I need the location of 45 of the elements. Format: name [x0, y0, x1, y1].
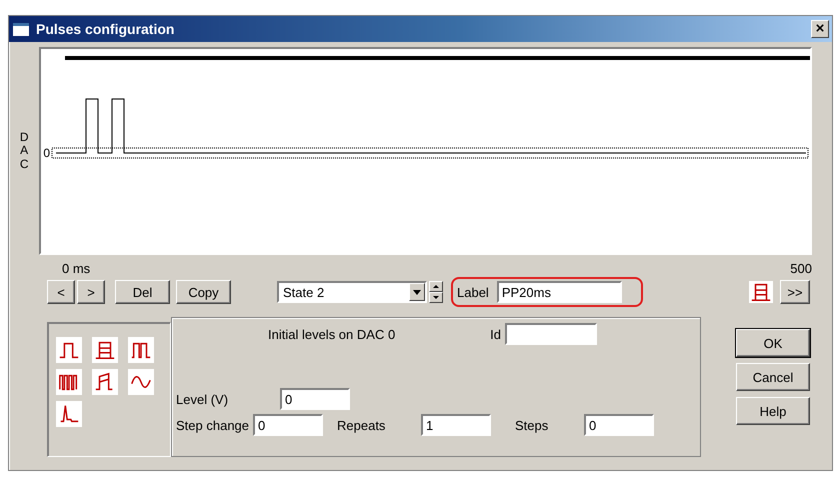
- delete-button[interactable]: Del: [115, 280, 170, 304]
- axis-start-label: 0 ms: [62, 261, 90, 277]
- spin-down-button[interactable]: [429, 292, 443, 303]
- id-input-field[interactable]: [505, 323, 598, 345]
- pulse-type-button[interactable]: [748, 280, 774, 304]
- field-label: Repeats: [337, 418, 386, 432]
- step-change-input-field[interactable]: 0: [253, 414, 324, 436]
- id-label: Id: [490, 326, 502, 342]
- field-label: Step change: [176, 418, 250, 432]
- label-input-field[interactable]: PP20ms: [496, 281, 622, 303]
- copy-button[interactable]: Copy: [176, 280, 231, 304]
- cancel-button[interactable]: Cancel: [736, 363, 810, 391]
- waveform-type-button[interactable]: [92, 369, 118, 395]
- up-arrow-icon: [433, 285, 439, 288]
- down-arrow-icon: [433, 296, 439, 299]
- window-icon: [12, 22, 30, 36]
- waveform-type-button[interactable]: [92, 337, 118, 363]
- label-caption: Label: [457, 284, 489, 300]
- waveform-type-button[interactable]: [56, 337, 82, 363]
- waveform-type-button[interactable]: [128, 369, 154, 395]
- close-button[interactable]: ×: [811, 20, 829, 38]
- waveform-type-button[interactable]: [56, 369, 82, 395]
- steps-input-field[interactable]: 0: [584, 414, 654, 436]
- field-label: Steps: [515, 418, 550, 432]
- help-button[interactable]: Help: [736, 397, 810, 425]
- ok-button[interactable]: OK: [736, 329, 810, 357]
- steps-waveform-icon: [750, 281, 772, 303]
- waveform-type-button[interactable]: [128, 337, 154, 363]
- caret-icon: [409, 283, 425, 301]
- axis-label: DAC: [19, 131, 30, 171]
- spike-waveform-icon: [58, 403, 80, 425]
- next-state-button[interactable]: >: [77, 280, 105, 304]
- level-input-field[interactable]: 0: [280, 388, 350, 410]
- group-title: Initial levels on DAC 0: [268, 326, 396, 342]
- state-dropdown[interactable]: State 2: [277, 281, 427, 303]
- zero-label: 0: [43, 146, 50, 160]
- axis-end-label: 500: [790, 261, 812, 277]
- field-label: Level (V): [176, 392, 230, 406]
- repeats-input-field[interactable]: 1: [421, 414, 492, 436]
- previous-button[interactable]: <: [47, 280, 75, 304]
- spin-up-button[interactable]: [429, 281, 443, 292]
- steps-waveform-icon: [94, 339, 116, 361]
- window-title: Pulses configuration: [36, 21, 176, 37]
- waveform-type-button[interactable]: [56, 401, 82, 427]
- forward-button[interactable]: >>: [780, 280, 810, 304]
